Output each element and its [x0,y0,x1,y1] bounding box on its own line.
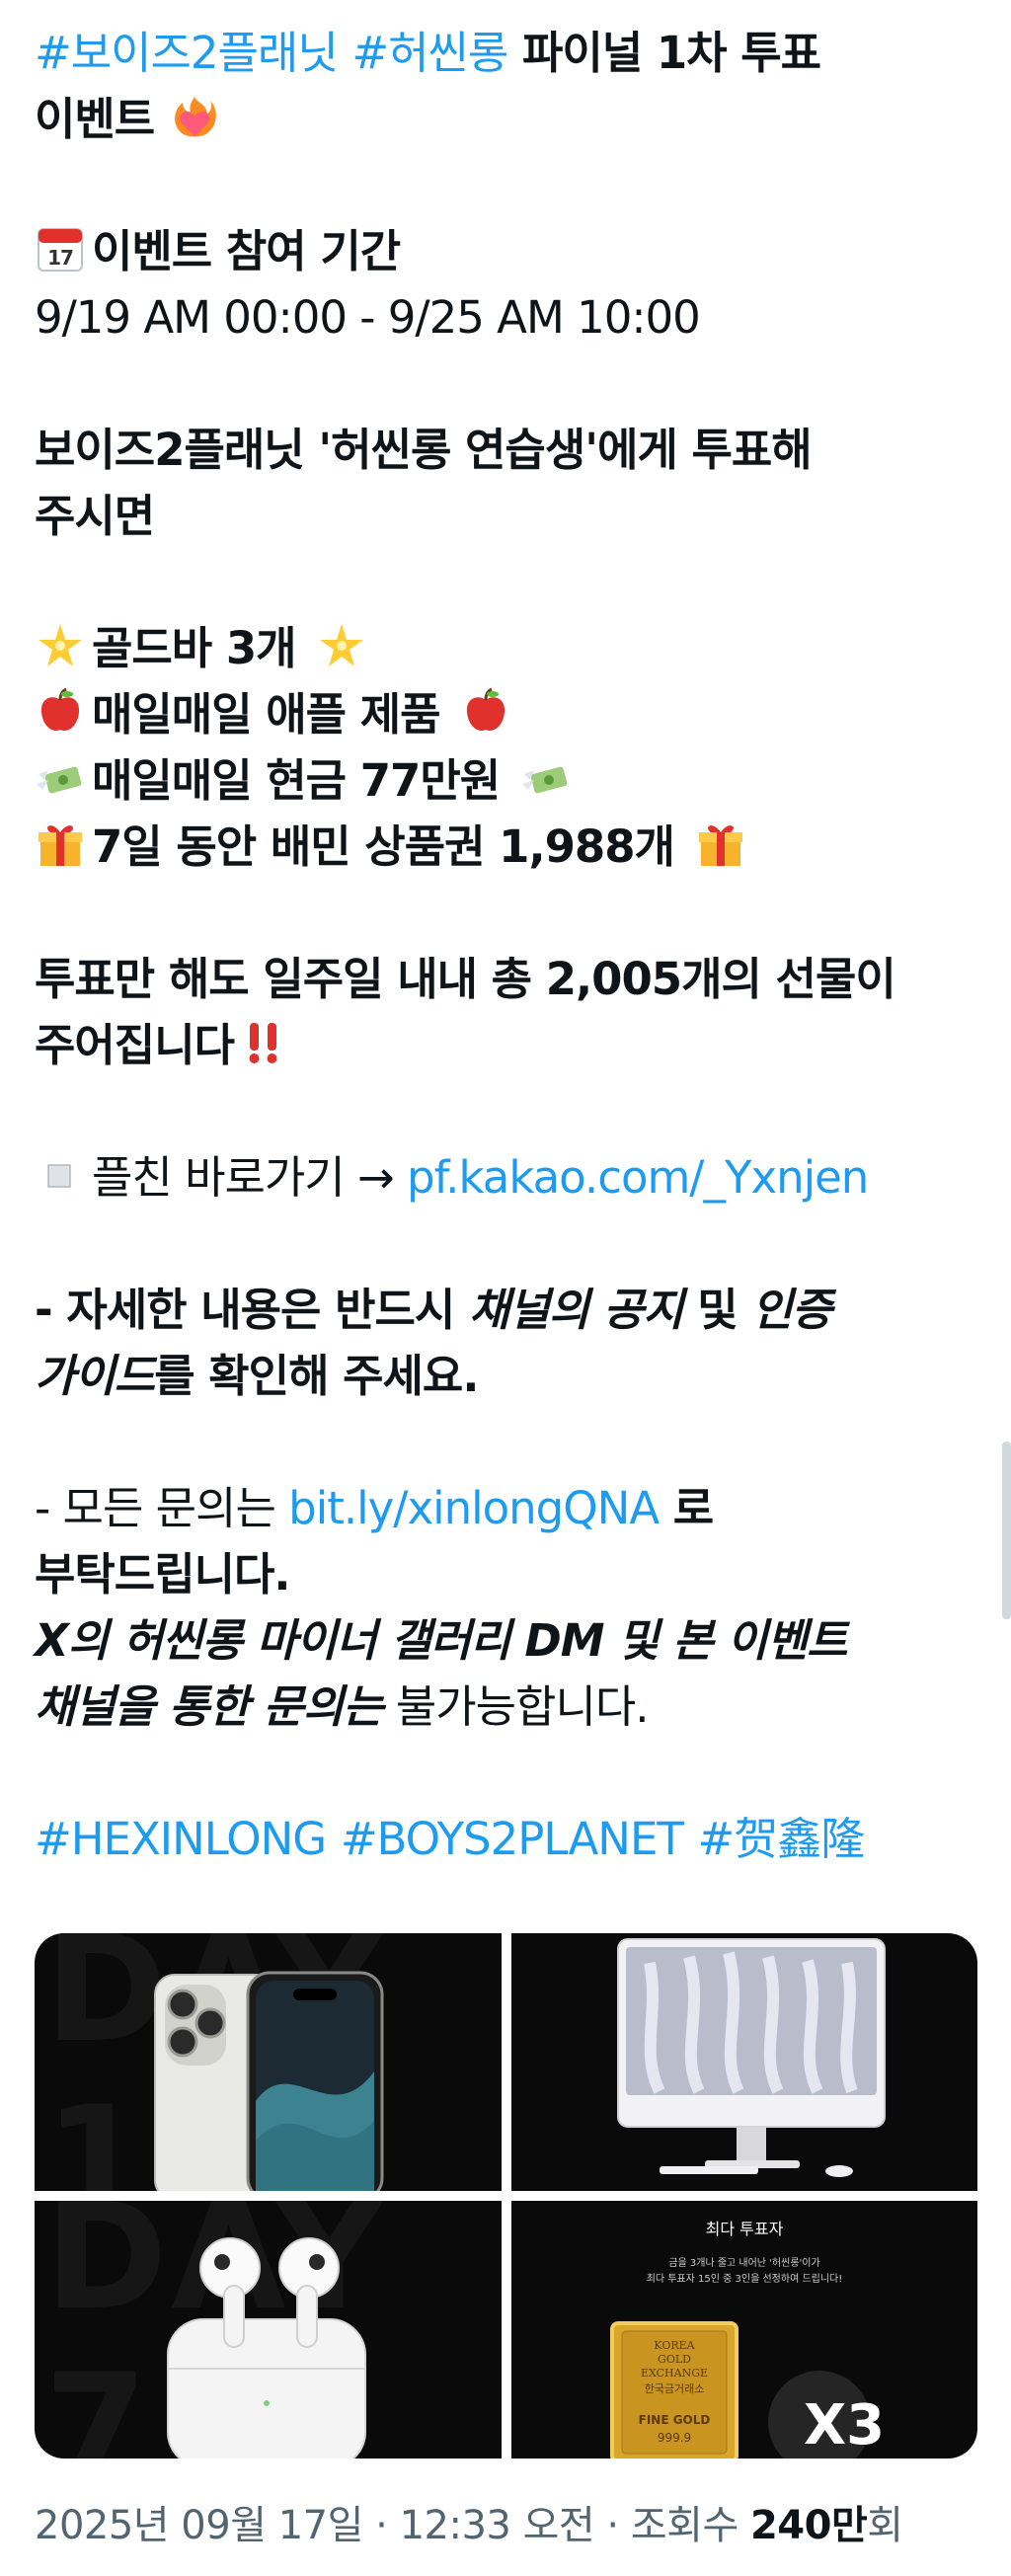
media-tile-airpods[interactable]: DAY 7 [35,2201,502,2459]
goldbar-image: 최다 투표자 금을 3개나 줄고 내어난 '허씬롱'이가 최다 투표자 15인 … [609,2220,885,2459]
hashtag-hexinlong[interactable]: #HEXINLONG [35,1813,327,1865]
inquiry-suffix: 로 [659,1482,714,1534]
gold-count: X3 [804,2393,885,2458]
prize-gold-text: 골드바 3개 [92,622,297,674]
prize-item-voucher: 7일 동안 배민 상품권 1,988개 [35,814,982,880]
inquiry-line-2: 부탁드립니다. [35,1548,291,1600]
detail-notice-line-2: 가이드를 확인해 주세요. [35,1343,982,1409]
hashtag-hexinlong-kr[interactable]: #허씬롱 [351,27,508,79]
media-tile-goldbar[interactable]: 최다 투표자 금을 3개나 줄고 내어난 '허씬롱'이가 최다 투표자 15인 … [510,2201,977,2459]
plus-friend-label: 플친 바로가기 → [92,1151,408,1204]
prize-item-gold: 골드바 3개 [35,615,982,681]
total-gifts-line-2: 주어집니다 [35,1012,982,1078]
prize-item-cash: 매일매일 현금 77만원 [35,747,982,814]
money-with-wings-icon [37,766,82,794]
tweet-time[interactable]: 12:33 오전 [400,2503,595,2548]
media-tile-iphone[interactable]: DAY 1 [35,1933,502,2191]
detail-italic-notice: 채널의 공지 [468,1284,684,1336]
tweet-text: #보이즈2플래닛 #허씬롱 파이널 1차 투표 이벤트 17 이벤트 참여 기간… [35,20,982,1872]
plus-friend-line: 플친 바로가기 → pf.kakao.com/_Yxnjen [35,1144,982,1210]
views-count: 240만 [749,2503,868,2548]
event-period-heading: 17 이벤트 참여 기간 [35,218,982,284]
glowing-star-icon [320,624,364,666]
gift-icon [698,825,742,866]
gold-line-5: FINE GOLD [638,2413,710,2427]
gift-icon [39,825,82,866]
inquiry-line-3: X의 허씬롱 마이너 갤러리 DM 및 본 이벤트 [35,1614,848,1667]
detail-prefix: - 자세한 내용은 반드시 [35,1284,469,1336]
hashtag-hexinlong-cn[interactable]: #贺鑫隆 [698,1813,866,1865]
red-apple-icon [467,687,506,732]
inquiry-line-4: 채널을 통한 문의는 불가능합니다. [35,1674,982,1740]
media-tile-imac[interactable] [510,1933,977,2191]
vote-instruction: 보이즈2플래닛 '허씬롱 연습생'에게 투표해 [35,424,813,476]
hashtag-line: #HEXINLONG #BOYS2PLANET #贺鑫隆 [35,1806,982,1872]
inquiry-end: 불가능합니다. [382,1680,650,1733]
top-voter-desc-2: 최다 투표자 15인 중 3인을 선정하여 드립니다! [646,2272,842,2285]
total-gifts-line: 투표만 해도 일주일 내내 총 2,005개의 선물이 [35,953,896,1005]
tweet-date[interactable]: 2025년 09월 17일 [35,2503,363,2548]
views-suffix: 회 [867,2503,903,2548]
money-with-wings-icon [521,766,568,794]
svg-text:17: 17 [47,246,73,270]
iphone-image [154,1971,384,2191]
gold-line-6: 999.9 [657,2431,690,2445]
tweet-line-title-2: 이벤트 [35,86,982,152]
gold-line-2: GOLD [658,2353,691,2366]
inquiry-prefix: - 모든 문의는 [35,1482,289,1534]
double-exclamation-icon [249,1023,277,1063]
gold-line-4: 한국금거래소 [644,2382,704,2395]
inquiry-italic-channel: 채널을 통한 문의는 [35,1680,384,1733]
airpods-image [167,2237,366,2459]
calendar-icon: 17 [38,228,83,272]
detail-notice-line: - 자세한 내용은 반드시 채널의 공지 및 인증 [35,1277,982,1343]
gold-line-3: EXCHANGE [640,2367,707,2380]
hashtag-boys2planet[interactable]: #보이즈2플래닛 [35,27,339,79]
top-voter-title: 최다 투표자 [705,2220,783,2238]
detail-italic-guide: 가이드 [35,1350,155,1402]
detail-italic-auth: 인증 [751,1284,832,1336]
tweet-meta: 2025년 09월 17일 · 12:33 오전 · 조회수 240만회 [35,2493,903,2550]
inquiry-link[interactable]: bit.ly/xinlongQNA [288,1482,660,1534]
tweet-line-title: #보이즈2플래닛 #허씬롱 파이널 1차 투표 [35,20,982,86]
detail-mid: 및 [682,1284,752,1336]
plus-friend-link[interactable]: pf.kakao.com/_Yxnjen [407,1151,869,1204]
scrollbar[interactable] [1002,1442,1011,1619]
event-period-label: 이벤트 참여 기간 [92,225,401,277]
prize-item-apple: 매일매일 애플 제품 [35,681,982,747]
gold-line-1: KOREA [654,2339,695,2352]
white-square-icon [47,1164,71,1188]
red-apple-icon [40,687,80,732]
hashtag-boys2planet-en[interactable]: #BOYS2PLANET [341,1813,684,1865]
heart-on-fire-icon [174,97,216,137]
top-voter-desc-1: 금을 3개나 줄고 내어난 '허씬롱'이가 [668,2257,819,2269]
views-label: 조회수 [630,2503,750,2548]
event-period-dates: 9/19 AM 00:00 - 9/25 AM 10:00 [35,291,701,344]
meta-separator: · [362,2503,400,2548]
glowing-star-icon [39,624,82,666]
title-text-2: 이벤트 [35,93,155,145]
title-text: 파이널 1차 투표 [507,27,821,79]
prize-apple-text: 매일매일 애플 제품 [92,688,441,741]
media-grid: DAY 1 DAY 7 [35,1933,977,2459]
prize-cash-text: 매일매일 현금 77만원 [92,754,501,807]
imac-image [616,1938,886,2177]
prize-voucher-text: 7일 동안 배민 상품권 1,988개 [92,820,675,873]
meta-separator: · [594,2503,631,2548]
detail-suffix: 를 확인해 주세요. [154,1350,479,1402]
total-gifts-text-2: 주어집니다 [35,1019,235,1071]
inquiry-line: - 모든 문의는 bit.ly/xinlongQNA 로 [35,1475,982,1541]
vote-instruction-2: 주시면 [35,490,155,542]
